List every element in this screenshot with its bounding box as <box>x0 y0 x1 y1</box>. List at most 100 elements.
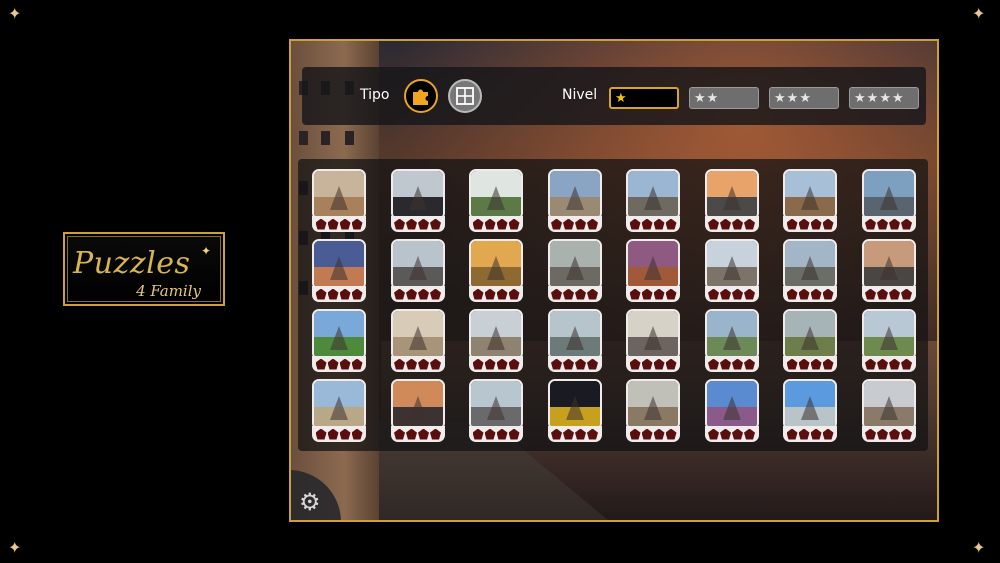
puzzle-tile-avenue-aerial[interactable] <box>783 309 837 373</box>
puzzle-tile-hotel-de-ville[interactable] <box>704 309 759 373</box>
tile-progress-marks <box>547 216 602 232</box>
puzzle-tile-stone-relief[interactable] <box>390 309 445 373</box>
tile-progress-marks <box>390 426 445 442</box>
pentagon-star-icon <box>810 218 822 230</box>
tile-progress-marks <box>469 356 523 372</box>
puzzle-tile-notre-dame[interactable] <box>626 169 680 233</box>
pentagon-star-icon <box>472 218 484 230</box>
logo-title: Puzzles <box>73 246 191 281</box>
tile-progress-marks <box>704 216 759 232</box>
pentagon-star-icon <box>430 218 441 230</box>
pentagon-star-icon <box>563 428 574 440</box>
pentagon-star-icon <box>551 358 562 370</box>
pentagon-star-icon <box>587 288 598 300</box>
puzzle-tile-river-sunset[interactable] <box>390 379 445 443</box>
puzzle-tile-opera-aerial[interactable] <box>861 379 916 443</box>
pentagon-star-icon <box>484 218 496 230</box>
tile-progress-marks <box>626 216 680 232</box>
puzzle-thumbnail <box>861 309 916 360</box>
puzzle-tile-gargoyle[interactable] <box>390 239 445 303</box>
tile-progress-marks <box>469 216 523 232</box>
pentagon-star-icon <box>394 218 405 230</box>
puzzle-tile-conciergerie-sunset[interactable] <box>704 169 759 233</box>
puzzle-thumbnail <box>312 239 366 290</box>
puzzle-tile-arc-de-triomphe[interactable] <box>547 169 602 233</box>
puzzle-tile-rooftops-dusk[interactable] <box>861 239 916 303</box>
tile-progress-marks <box>547 356 602 372</box>
pentagon-star-icon <box>327 218 339 230</box>
puzzle-tile-city-hall-square[interactable] <box>469 379 523 443</box>
pentagon-star-icon <box>508 288 520 300</box>
pentagon-star-icon <box>865 288 876 300</box>
puzzle-tile-eiffel-champ[interactable] <box>861 309 916 373</box>
pentagon-star-icon <box>418 288 429 300</box>
puzzle-tile-arcade-street[interactable] <box>626 379 680 443</box>
pentagon-star-icon <box>351 358 363 370</box>
pentagon-star-icon <box>327 358 339 370</box>
puzzle-thumbnail <box>547 169 602 220</box>
puzzle-tile-louvre-aerial[interactable] <box>547 239 602 303</box>
puzzle-tile-eiffel-blue-sky[interactable] <box>783 379 837 443</box>
pentagon-star-icon <box>786 428 798 440</box>
pentagon-star-icon <box>665 288 677 300</box>
pentagon-star-icon <box>629 358 641 370</box>
puzzle-tile-street-facade[interactable] <box>704 239 759 303</box>
pentagon-star-icon <box>629 218 641 230</box>
pentagon-star-icon <box>339 358 351 370</box>
puzzle-tile-sainte-chapelle[interactable] <box>626 239 680 303</box>
tile-progress-marks <box>547 426 602 442</box>
puzzle-tile-palace-interior[interactable] <box>312 169 366 233</box>
tile-progress-marks <box>312 356 366 372</box>
puzzle-thumbnail <box>783 239 837 290</box>
puzzle-tile-eiffel-base[interactable] <box>783 169 837 233</box>
pentagon-star-icon <box>430 428 441 440</box>
puzzle-tile-sports-car[interactable] <box>390 169 445 233</box>
puzzle-tile-champs-elysees[interactable] <box>783 239 837 303</box>
pentagon-star-icon <box>665 358 677 370</box>
puzzle-tile-chateau[interactable] <box>469 309 523 373</box>
pentagon-star-icon <box>351 288 363 300</box>
puzzle-tile-disney-castle[interactable] <box>704 379 759 443</box>
puzzle-thumbnail <box>547 239 602 290</box>
sparkle-icon: ✦ <box>972 4 986 23</box>
pentagon-star-icon <box>865 428 876 440</box>
puzzle-thumbnail <box>469 169 523 220</box>
puzzle-tile-arch-garden[interactable] <box>469 169 523 233</box>
logo-subtitle: 4 Family <box>136 282 201 300</box>
pentagon-star-icon <box>653 358 665 370</box>
pentagon-star-icon <box>641 358 653 370</box>
tipo-puzzle-button[interactable] <box>404 79 438 113</box>
tile-progress-marks <box>626 356 680 372</box>
puzzle-thumbnail <box>312 169 366 220</box>
puzzle-tile-eiffel-garden[interactable] <box>312 309 366 373</box>
pentagon-star-icon <box>822 358 834 370</box>
level-3-button[interactable]: ★ ★ ★ <box>769 87 839 109</box>
tipo-tiles-button[interactable] <box>448 79 482 113</box>
tile-progress-marks <box>469 426 523 442</box>
pentagon-star-icon <box>472 358 484 370</box>
pentagon-star-icon <box>708 358 719 370</box>
pentagon-star-icon <box>351 218 363 230</box>
puzzle-tile-telescope-view[interactable] <box>861 169 916 233</box>
puzzle-tile-louvre-pyramid[interactable] <box>469 239 523 303</box>
tile-progress-marks <box>312 216 366 232</box>
puzzle-thumbnail <box>390 239 445 290</box>
puzzle-tile-gallery-hall[interactable] <box>626 309 680 373</box>
star-icon: ★ <box>774 90 786 106</box>
puzzle-tile-seine-bridge[interactable] <box>547 309 602 373</box>
tile-progress-marks <box>704 286 759 302</box>
puzzle-tile-golden-eiffel-night[interactable] <box>547 379 602 443</box>
level-4-button[interactable]: ★ ★ ★ ★ <box>849 87 919 109</box>
pentagon-star-icon <box>575 428 586 440</box>
pentagon-star-icon <box>587 358 598 370</box>
puzzle-tile-pantheon[interactable] <box>312 379 366 443</box>
pentagon-star-icon <box>563 218 574 230</box>
pentagon-star-icon <box>641 218 653 230</box>
pentagon-star-icon <box>665 428 677 440</box>
level-2-button[interactable]: ★ ★ <box>689 87 759 109</box>
puzzle-tile-eiffel-night[interactable] <box>312 239 366 303</box>
puzzle-thumbnail <box>704 239 759 290</box>
tile-progress-marks <box>626 286 680 302</box>
level-1-button[interactable]: ★ <box>609 87 679 109</box>
tile-progress-marks <box>312 426 366 442</box>
